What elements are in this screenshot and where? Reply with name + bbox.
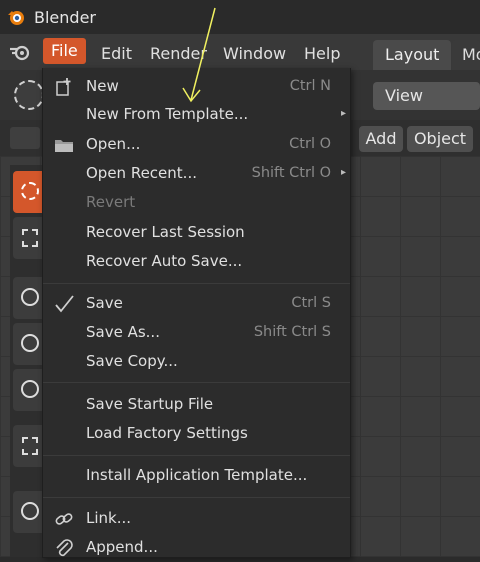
menu-separator [43,382,350,383]
menu-window[interactable]: Window [215,42,294,65]
view-menu[interactable]: View [373,82,480,110]
menu-item-shortcut: Ctrl S [291,295,331,311]
menu-item-recover-last-session[interactable]: Recover Last Session [43,219,350,247]
folder-icon [55,140,73,152]
cursor-icon [21,182,39,200]
transform-orientation-icon[interactable] [10,127,40,149]
menu-item-revert: Revert [43,189,350,217]
menu-file[interactable]: File [43,38,86,64]
annotate-icon [21,502,39,520]
cursor-tool-icon[interactable] [14,80,44,110]
menu-item-shortcut: Ctrl O [289,136,331,152]
tab-modeling[interactable]: Mo [452,40,480,70]
menu-edit[interactable]: Edit [93,42,140,65]
menu-item-label: Save As... [86,323,160,341]
menu-separator [43,497,350,498]
menu-item-recover-auto-save[interactable]: Recover Auto Save... [43,248,350,276]
scale-icon [21,380,39,398]
file-dropdown-menu: New Ctrl N New From Template... ▸ Open..… [42,68,351,558]
menu-item-save-startup-file[interactable]: Save Startup File [43,391,350,419]
menu-item-link[interactable]: Link... [43,505,350,533]
menu-item-shortcut: Shift Ctrl S [253,324,331,340]
menu-item-label: Open Recent... [86,164,197,182]
menu-item-label: New [86,77,119,95]
menu-item-label: Install Application Template... [86,466,308,484]
add-menu-button[interactable]: Add [359,126,403,152]
rotate-icon [21,334,39,352]
menu-item-shortcut: Shift Ctrl O [251,165,331,181]
submenu-arrow-icon: ▸ [340,167,346,178]
menu-item-label: Link... [86,509,132,527]
menu-item-save-copy[interactable]: Save Copy... [43,348,350,376]
move-icon [21,288,39,306]
menu-render[interactable]: Render [142,42,215,65]
tab-layout[interactable]: Layout [373,40,452,70]
menu-item-label: Append... [86,538,158,556]
paperclip-icon [56,539,73,557]
menu-separator [43,283,350,284]
menu-item-open-recent[interactable]: Open Recent... Shift Ctrl O ▸ [43,160,350,188]
top-menu-bar: File Edit Render Window Help Layout Mo [0,34,480,70]
menu-item-shortcut: Ctrl N [289,78,331,94]
menu-item-load-factory-settings[interactable]: Load Factory Settings [43,420,350,448]
menu-help[interactable]: Help [296,42,348,65]
menu-item-new-from-template[interactable]: New From Template... ▸ [43,101,350,129]
new-file-icon [56,78,71,96]
menu-item-install-application-template[interactable]: Install Application Template... [43,462,350,490]
transform-icon [22,437,38,455]
select-box-icon [22,229,38,247]
menu-item-new[interactable]: New Ctrl N [43,73,350,101]
blender-menu-icon[interactable] [9,43,31,61]
menu-item-label: Save [86,294,123,312]
menu-item-label: Recover Auto Save... [86,252,243,270]
menu-item-label: Load Factory Settings [86,424,248,442]
submenu-arrow-icon: ▸ [340,108,346,119]
title-bar: Blender [0,0,480,34]
menu-item-label: Open... [86,135,141,153]
menu-item-label: Revert [86,193,136,211]
menu-separator [43,455,350,456]
menu-item-save[interactable]: Save Ctrl S [43,290,350,318]
blender-logo-icon [8,11,24,25]
menu-item-label: Save Copy... [86,352,178,370]
object-menu-button[interactable]: Object [407,126,473,152]
window-title: Blender [34,8,96,27]
menu-item-save-as[interactable]: Save As... Shift Ctrl S [43,319,350,347]
menu-item-append[interactable]: Append... [43,534,350,562]
link-icon [55,513,73,525]
menu-item-label: Save Startup File [86,395,214,413]
menu-item-open[interactable]: Open... Ctrl O [43,131,350,159]
menu-item-label: New From Template... [86,105,249,123]
checkmark-icon [55,295,74,313]
menu-item-label: Recover Last Session [86,223,245,241]
